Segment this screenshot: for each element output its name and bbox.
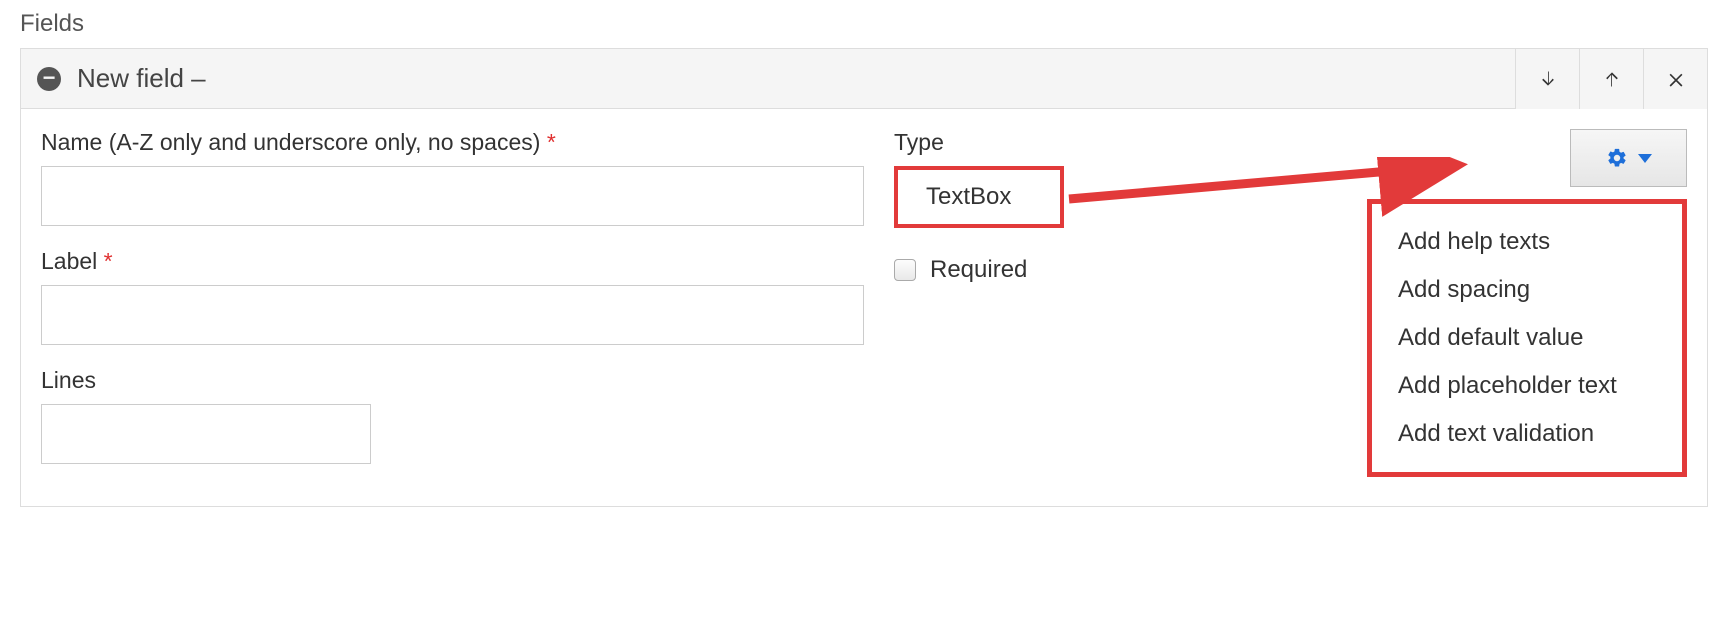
settings-dropdown-menu: Add help texts Add spacing Add default v… [1367,199,1687,477]
remove-button[interactable] [1643,49,1707,109]
arrow-up-icon [1602,69,1622,89]
panel-title: New field – [77,63,206,94]
type-label: Type [894,129,1687,156]
required-checkbox[interactable] [894,259,916,281]
menu-item-text-validation[interactable]: Add text validation [1372,410,1682,458]
caret-down-icon [1638,154,1652,163]
label-input[interactable] [41,285,864,345]
menu-item-default-value[interactable]: Add default value [1372,314,1682,362]
lines-label: Lines [41,367,864,394]
section-title: Fields [20,10,1708,38]
type-select-value: TextBox [926,183,1011,211]
left-column: Name (A-Z only and underscore only, no s… [41,129,864,486]
menu-item-placeholder-text[interactable]: Add placeholder text [1372,362,1682,410]
right-column: Type TextBox Required Add help texts Add… [894,129,1687,486]
label-label: Label * [41,248,864,275]
move-down-button[interactable] [1515,49,1579,109]
menu-item-help-texts[interactable]: Add help texts [1372,218,1682,266]
lines-input[interactable] [41,404,371,464]
gear-icon [1606,147,1628,169]
header-actions [1515,49,1707,109]
settings-dropdown-button[interactable] [1570,129,1687,187]
arrow-down-icon [1538,69,1558,89]
name-label: Name (A-Z only and underscore only, no s… [41,129,864,156]
required-label: Required [930,256,1027,284]
menu-item-spacing[interactable]: Add spacing [1372,266,1682,314]
fields-panel: New field – Name (A-Z only and underscor… [20,48,1708,507]
name-input[interactable] [41,166,864,226]
close-icon [1666,69,1686,89]
panel-body: Name (A-Z only and underscore only, no s… [21,109,1707,506]
move-up-button[interactable] [1579,49,1643,109]
type-select[interactable]: TextBox [894,166,1064,228]
panel-header: New field – [21,49,1707,109]
collapse-icon[interactable] [37,67,61,91]
